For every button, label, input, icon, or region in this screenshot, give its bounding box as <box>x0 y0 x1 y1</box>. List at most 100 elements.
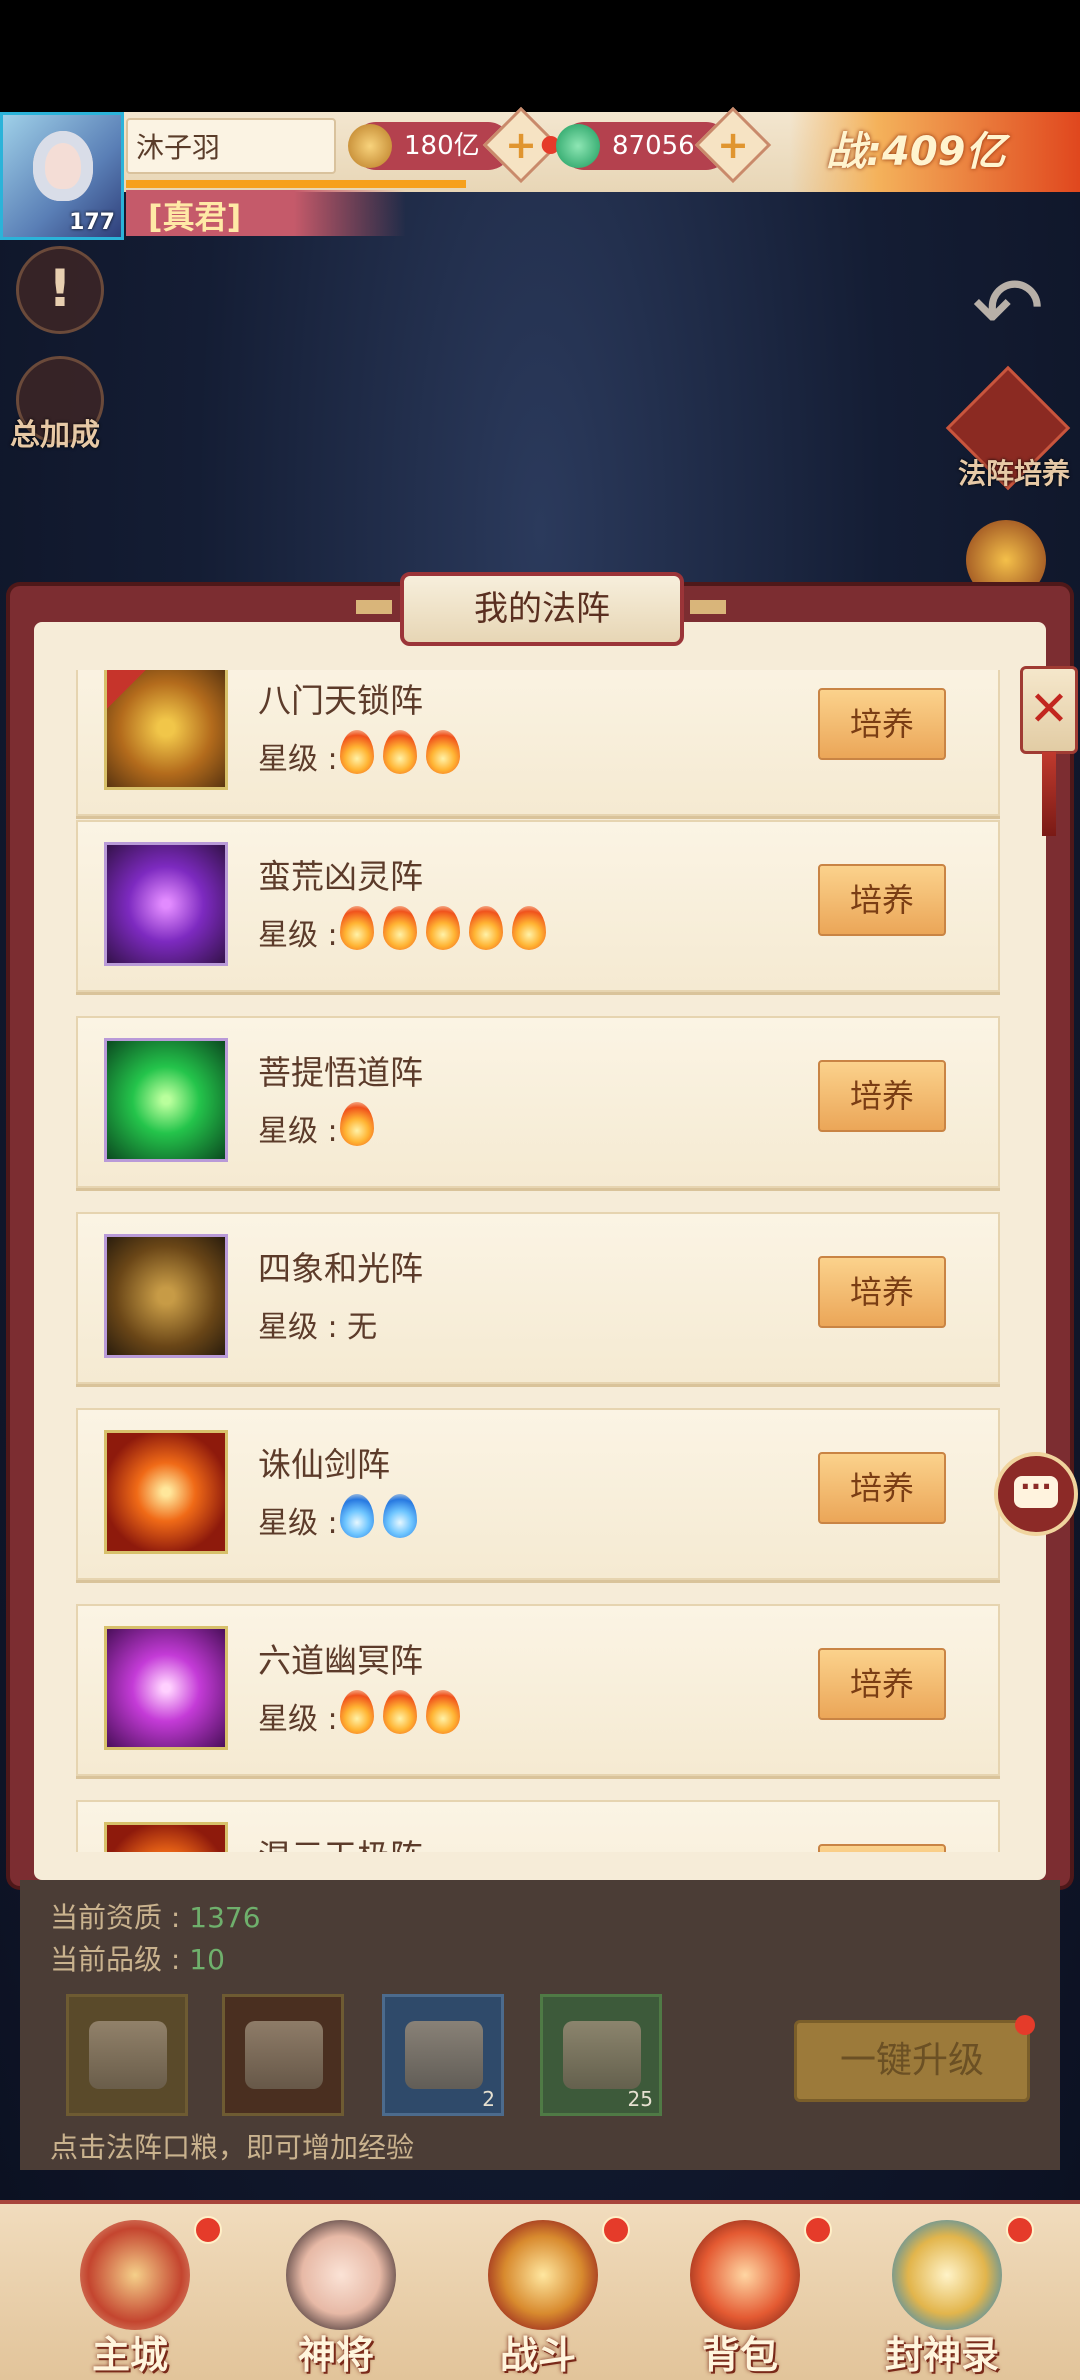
train-button[interactable]: 培养 <box>818 1648 946 1720</box>
nav-deification-record[interactable]: 封神录 <box>842 2210 1042 2377</box>
item-count: 2 <box>482 2087 495 2111</box>
four-elements-formation-icon <box>104 1234 228 1358</box>
formation-card: 四象和光阵 星级 : 无 培养 <box>76 1212 1000 1384</box>
gold-formation-icon <box>104 670 228 790</box>
title-ornament-left <box>356 600 392 614</box>
formation-name: 蛮荒凶灵阵 <box>258 857 423 896</box>
total-bonus-label: 总加成 <box>10 418 100 453</box>
formation-list[interactable]: 八门天锁阵 星级 : 培养 蛮荒凶灵阵 星级 : 培养 菩提悟道阵 星级 : 培… <box>58 670 1008 1852</box>
gold-coin-icon <box>348 124 392 168</box>
quality-value: 1376 <box>189 1901 261 1934</box>
avatar-portrait <box>33 131 93 201</box>
status-bar <box>0 0 1080 112</box>
star-flames <box>340 730 469 774</box>
star-label: 星级 : <box>258 1506 338 1541</box>
train-button[interactable]: 培养 <box>818 1452 946 1524</box>
scroll-icon <box>245 2021 323 2089</box>
fire-star-icon <box>383 730 417 774</box>
formation-name: 诛仙剑阵 <box>258 1445 390 1484</box>
plus-icon: + <box>717 123 749 167</box>
equipped-tag <box>107 670 147 709</box>
train-button[interactable]: 培养 <box>818 1844 946 1852</box>
notification-dot <box>804 2216 832 2244</box>
nav-label: 神将 <box>297 2333 374 2377</box>
fire-star-icon <box>469 906 503 950</box>
nav-backpack[interactable]: 背包 <box>640 2210 840 2377</box>
item-count: 25 <box>627 2087 653 2111</box>
formation-train-label: 法阵培养 <box>958 457 1071 490</box>
nav-label: 战斗 <box>499 2333 576 2377</box>
train-button[interactable]: 培养 <box>818 1256 946 1328</box>
nav-battle[interactable]: 战斗 <box>438 2210 638 2377</box>
star-flames <box>340 906 555 950</box>
notification-dot <box>1006 2216 1034 2244</box>
formation-card: 诛仙剑阵 星级 : 培养 <box>76 1408 1000 1580</box>
nav-main-city[interactable]: 主城 <box>30 2210 230 2377</box>
fire-star-icon <box>383 1690 417 1734</box>
blue-star-icon <box>340 1494 374 1538</box>
combat-power: 战:409亿 <box>790 112 1080 192</box>
violet-netherworld-formation-icon <box>104 1626 228 1750</box>
food-item-slot[interactable] <box>66 1994 188 2116</box>
nav-label: 背包 <box>701 2333 778 2377</box>
fire-star-icon <box>383 906 417 950</box>
purple-beast-formation-icon <box>104 842 228 966</box>
quality-line: 当前资质 : 1376 <box>50 1896 261 1936</box>
hero-icon <box>286 2220 396 2330</box>
scroll-icon <box>89 2021 167 2089</box>
jade-icon <box>556 124 600 168</box>
nav-hero[interactable]: 神将 <box>236 2210 436 2377</box>
grade-line: 当前品级 : 10 <box>50 1938 225 1978</box>
train-button[interactable]: 培养 <box>818 1060 946 1132</box>
main-city-icon <box>80 2220 190 2330</box>
food-item-slot[interactable] <box>222 1994 344 2116</box>
battle-swords-icon <box>488 2220 598 2330</box>
formation-name: 混元天极阵 <box>258 1830 423 1852</box>
green-bodhi-formation-icon <box>104 1038 228 1162</box>
fire-star-icon <box>340 1102 374 1146</box>
notification-dot <box>602 2216 630 2244</box>
star-label-none: 星级 : 无 <box>258 1310 378 1345</box>
tassel-decoration <box>1042 752 1056 836</box>
formation-card: 混元天极阵 培养 <box>76 1800 1000 1852</box>
train-button[interactable]: 培养 <box>818 688 946 760</box>
alert-button[interactable]: ! <box>16 246 104 334</box>
plus-icon: + <box>505 123 537 167</box>
star-label: 星级 : <box>258 1114 338 1149</box>
fire-star-icon <box>340 1690 374 1734</box>
backpack-icon <box>690 2220 800 2330</box>
star-flames <box>340 1494 426 1538</box>
feed-hint: 点击法阵口粮，即可增加经验 <box>50 2131 415 2164</box>
gold-amount: 180亿 <box>404 131 480 161</box>
food-item-slot[interactable]: 2 <box>382 1994 504 2116</box>
scroll-icon <box>405 2021 483 2089</box>
close-icon[interactable]: ✕ <box>1020 666 1078 754</box>
grade-value: 10 <box>189 1943 225 1976</box>
star-label: 星级 : <box>258 1702 338 1737</box>
fire-star-icon <box>340 730 374 774</box>
blue-star-icon <box>383 1494 417 1538</box>
back-arrow-icon[interactable]: ↶ <box>958 264 1058 354</box>
grade-label: 当前品级 : <box>50 1943 181 1976</box>
experience-bar <box>126 180 466 188</box>
formation-name: 菩提悟道阵 <box>258 1053 423 1092</box>
one-click-upgrade-button[interactable]: 一键升级 <box>794 2015 1035 2102</box>
fire-star-icon <box>426 730 460 774</box>
player-level: 177 <box>69 210 115 235</box>
formation-card: 蛮荒凶灵阵 星级 : 培养 <box>76 820 1000 992</box>
chat-bubble-icon: ··· <box>1014 1473 1058 1508</box>
train-button[interactable]: 培养 <box>818 864 946 936</box>
player-title: [真君] <box>148 198 242 236</box>
player-avatar[interactable]: 177 <box>0 112 124 240</box>
formation-name: 四象和光阵 <box>258 1249 423 1288</box>
red-sword-formation-icon <box>104 1430 228 1554</box>
star-label: 星级 : <box>258 918 338 953</box>
food-item-slot[interactable]: 25 <box>540 1994 662 2116</box>
scroll-icon <box>563 2021 641 2089</box>
red-formation-icon <box>104 1822 228 1852</box>
player-name: 沐子羽 <box>126 118 336 174</box>
star-flames <box>340 1690 469 1734</box>
formation-name: 六道幽冥阵 <box>258 1641 423 1680</box>
chat-button[interactable]: ··· <box>994 1452 1078 1536</box>
fire-star-icon <box>512 906 546 950</box>
